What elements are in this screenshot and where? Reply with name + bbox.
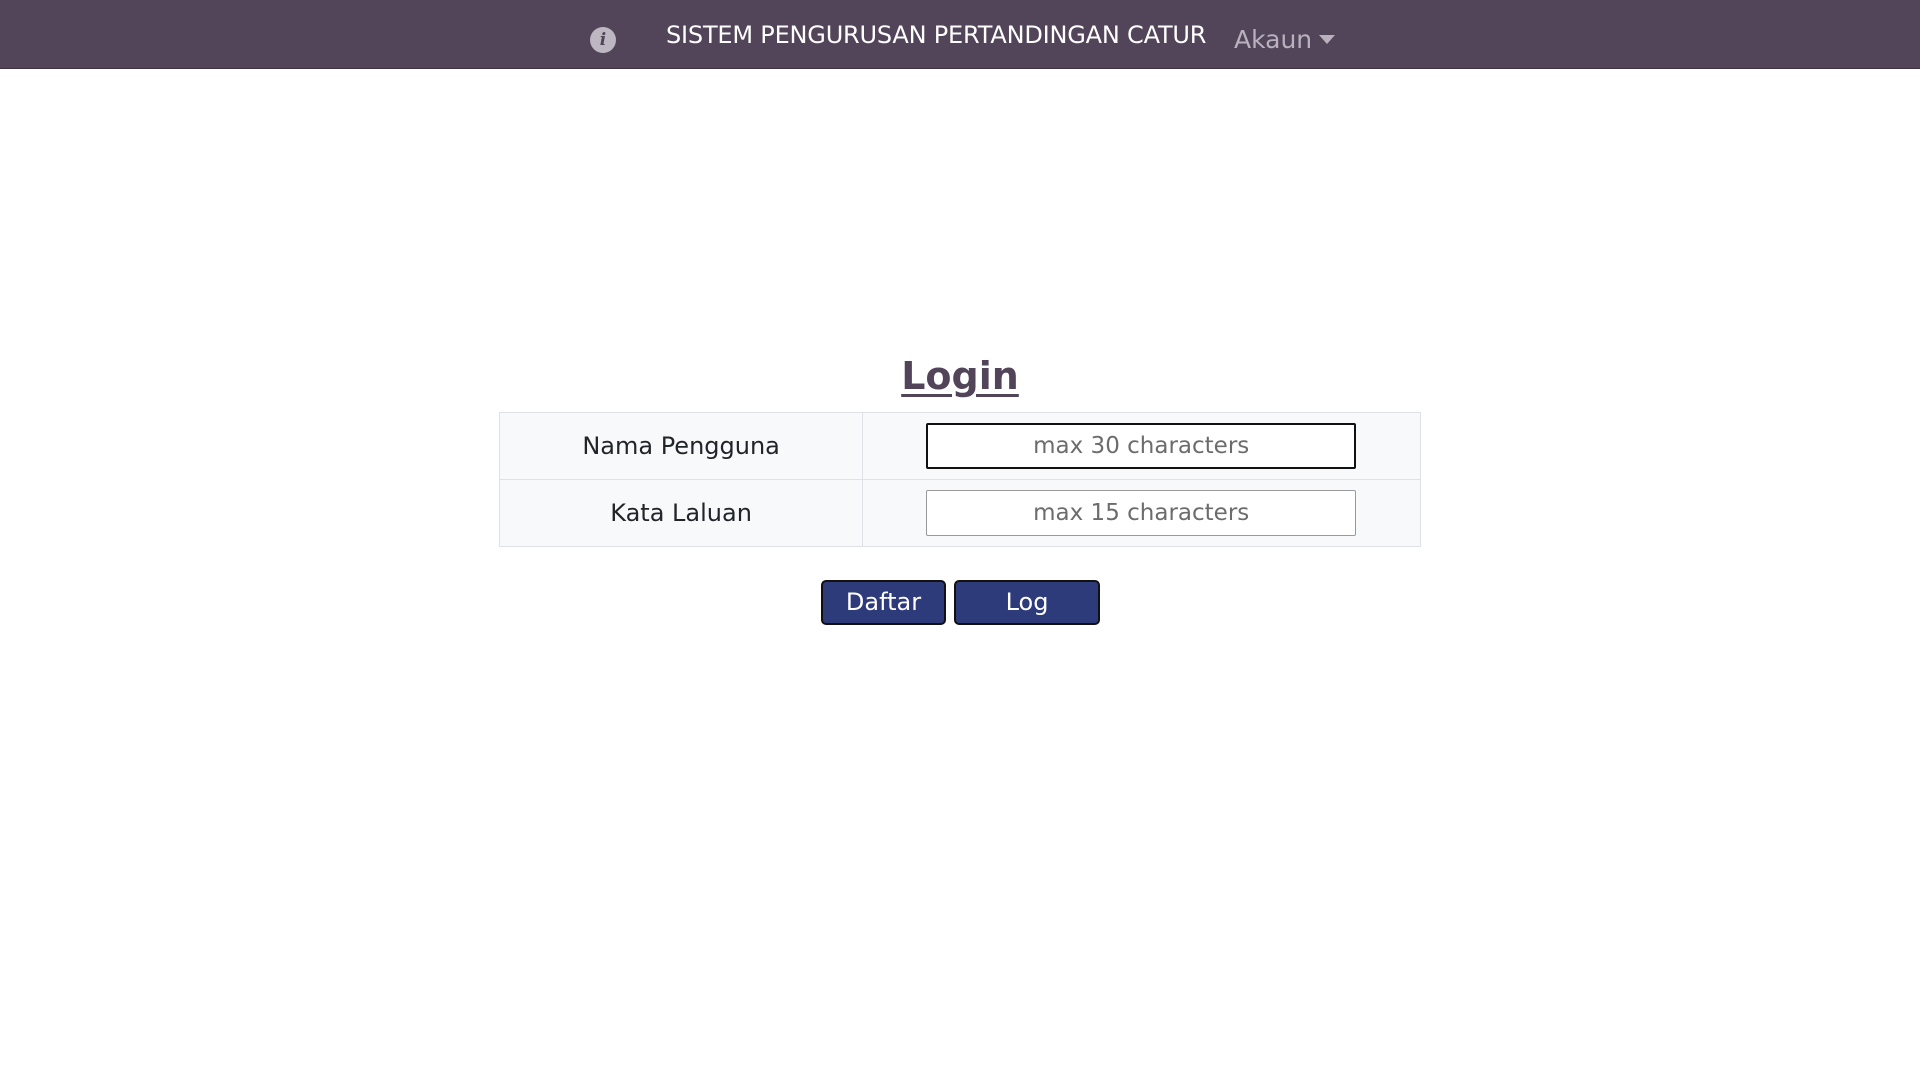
caret-down-icon xyxy=(1319,34,1336,44)
password-row: Kata Laluan xyxy=(498,479,1421,547)
top-navbar: i SISTEM PENGURUSAN PERTANDINGAN CATUR A… xyxy=(0,0,1920,69)
login-button[interactable]: Log Masuk xyxy=(954,580,1100,657)
register-button[interactable]: Daftar xyxy=(821,580,946,625)
password-input-cell xyxy=(862,479,1421,547)
login-heading: Login xyxy=(901,354,1019,398)
username-row: Nama Pengguna xyxy=(498,412,1421,480)
account-dropdown[interactable]: Akaun xyxy=(1234,23,1336,56)
username-input[interactable] xyxy=(926,423,1357,469)
info-icon[interactable]: i xyxy=(590,27,616,53)
password-label: Kata Laluan xyxy=(498,479,864,547)
login-form-table: Nama Pengguna Kata Laluan xyxy=(498,412,1421,547)
password-input[interactable] xyxy=(926,490,1357,536)
username-input-cell xyxy=(862,412,1421,480)
account-dropdown-label: Akaun xyxy=(1234,25,1313,54)
username-label: Nama Pengguna xyxy=(498,412,864,480)
form-actions: Daftar Log Masuk xyxy=(821,580,1100,657)
app-title: SISTEM PENGURUSAN PERTANDINGAN CATUR xyxy=(666,21,1207,49)
